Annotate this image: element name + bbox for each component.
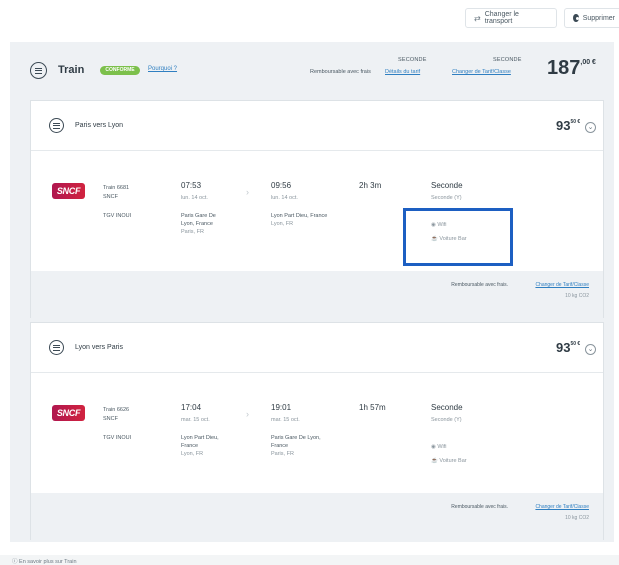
arrival-station-line2: France	[271, 443, 289, 449]
bar-label: Voiture Bar	[439, 458, 467, 464]
leg-header[interactable]: Paris vers Lyon 9350 € ⌄	[31, 101, 603, 151]
leg-price-cents: 50 €	[570, 341, 581, 347]
leg-title: Lyon vers Paris	[75, 344, 123, 351]
sncf-logo: SNCF	[52, 405, 85, 421]
arrival-station-line1: Lyon Part Dieu, France	[271, 213, 328, 219]
top-toolbar: ⇄ Changer le transport Supprimer	[0, 0, 619, 38]
service-name: TGV INOUI	[103, 213, 132, 219]
departure-time: 17:04	[181, 403, 202, 412]
leg-title: Paris vers Lyon	[75, 122, 123, 129]
departure-station-line2: Lyon, France	[181, 221, 213, 227]
co2-emission: 10 kg CO2	[565, 515, 589, 521]
more-info-link[interactable]: ⓘ En savoir plus sur Train	[12, 557, 77, 565]
wifi-amenity: ◉ Wifi	[431, 443, 447, 451]
change-class-link[interactable]: Changer de Tarif/Classe	[452, 69, 511, 75]
travel-class: Seconde	[431, 181, 463, 190]
footer-change-class-link[interactable]: Changer de Tarif/Classe	[535, 282, 589, 288]
total-price: 187,00 €	[547, 57, 596, 80]
arrival-date: lun. 14 oct.	[271, 195, 298, 201]
leg-price-cents: 50 €	[570, 119, 581, 125]
service-name: TGV INOUI	[103, 435, 132, 441]
departure-time: 07:53	[181, 181, 202, 190]
travel-class: Seconde	[431, 403, 463, 412]
delete-label: Supprimer	[582, 14, 615, 22]
train-icon	[49, 340, 64, 355]
footer-change-class-link[interactable]: Changer de Tarif/Classe	[535, 504, 589, 510]
info-icon: ⓘ	[12, 559, 20, 565]
leg-details: SNCF Train 6681 SNCF TGV INOUI 07:53 lun…	[31, 151, 603, 271]
leg-card-return: Lyon vers Paris 9350 € ⌄ SNCF Train 6626…	[30, 322, 604, 540]
leg-details: SNCF Train 6626 SNCF TGV INOUI 17:04 mar…	[31, 373, 603, 493]
operator: SNCF	[103, 194, 118, 200]
arrival-time: 09:56	[271, 181, 292, 190]
train-number: Train 6626	[103, 407, 130, 413]
departure-date: lun. 14 oct.	[181, 195, 208, 201]
leg-price-main: 93	[556, 340, 571, 355]
chevron-right-icon: ›	[246, 187, 249, 197]
change-transport-button[interactable]: ⇄ Changer le transport	[465, 8, 557, 28]
bar-amenity: ☕ Voiture Bar	[431, 457, 467, 465]
travel-class-code: Seconde (Y)	[431, 417, 462, 423]
leg-price-main: 93	[556, 118, 571, 133]
departure-date: mar. 15 oct.	[181, 417, 210, 423]
more-info-label: En savoir plus sur Train	[19, 559, 77, 565]
arrival-city: Paris, FR	[271, 451, 294, 457]
trip-panel: Train CONFORME Pourquoi ? SECONDE SECOND…	[10, 42, 614, 542]
leg-footer: Remboursable avec frais. Changer de Tari…	[31, 271, 603, 318]
summary-title: Train	[58, 64, 85, 76]
why-link[interactable]: Pourquoi ?	[148, 66, 177, 72]
arrival-date: mar. 15 oct.	[271, 417, 300, 423]
compliance-badge: CONFORME	[100, 66, 140, 75]
train-summary: Train CONFORME Pourquoi ? SECONDE SECOND…	[10, 42, 614, 100]
chevron-right-icon: ›	[246, 409, 249, 419]
train-icon	[30, 62, 47, 79]
leg-header[interactable]: Lyon vers Paris 9350 € ⌄	[31, 323, 603, 373]
footer-refund-text: Remboursable avec frais.	[451, 282, 508, 288]
arrival-city: Lyon, FR	[271, 221, 294, 227]
arrival-time: 19:01	[271, 403, 292, 412]
leg-footer: Remboursable avec frais. Changer de Tari…	[31, 493, 603, 540]
change-transport-label: Changer le transport	[484, 11, 519, 25]
leg-price: 9350 €	[556, 340, 580, 355]
total-price-cents: ,00 €	[580, 59, 596, 66]
wifi-label: Wifi	[437, 444, 447, 450]
sncf-logo: SNCF	[52, 183, 85, 199]
arrival-station-line1: Paris Gare De Lyon,	[271, 435, 321, 441]
fare-label-2: SECONDE	[493, 57, 522, 63]
departure-station-line2: France	[181, 443, 199, 449]
operator: SNCF	[103, 416, 118, 422]
travel-class-code: Seconde (Y)	[431, 195, 462, 201]
train-icon	[49, 118, 64, 133]
train-number: Train 6681	[103, 185, 130, 191]
footer-refund-text: Remboursable avec frais.	[451, 504, 508, 510]
delete-button[interactable]: Supprimer	[564, 8, 619, 28]
total-price-main: 187	[547, 57, 581, 79]
fare-details-link[interactable]: Détails du tarif	[385, 69, 420, 75]
leg-card-outbound: Paris vers Lyon 9350 € ⌄ SNCF Train 6681…	[30, 100, 604, 318]
duration: 2h 3m	[359, 181, 382, 190]
departure-city: Lyon, FR	[181, 451, 204, 457]
leg-price: 9350 €	[556, 118, 580, 133]
chevron-down-icon[interactable]: ⌄	[585, 122, 596, 133]
amenities-highlight-box	[403, 208, 513, 266]
departure-city: Paris, FR	[181, 229, 204, 235]
fare-label-1: SECONDE	[398, 57, 427, 63]
bottom-bar	[0, 555, 619, 565]
gear-icon	[573, 14, 579, 22]
transfer-arrows-icon: ⇄	[474, 13, 481, 23]
departure-station-line1: Lyon Part Dieu,	[181, 435, 219, 441]
departure-station-line1: Paris Gare De	[181, 213, 216, 219]
refund-text: Remboursable avec frais	[310, 69, 371, 75]
duration: 1h 57m	[359, 403, 386, 412]
co2-emission: 10 kg CO2	[565, 293, 589, 299]
chevron-down-icon[interactable]: ⌄	[585, 344, 596, 355]
